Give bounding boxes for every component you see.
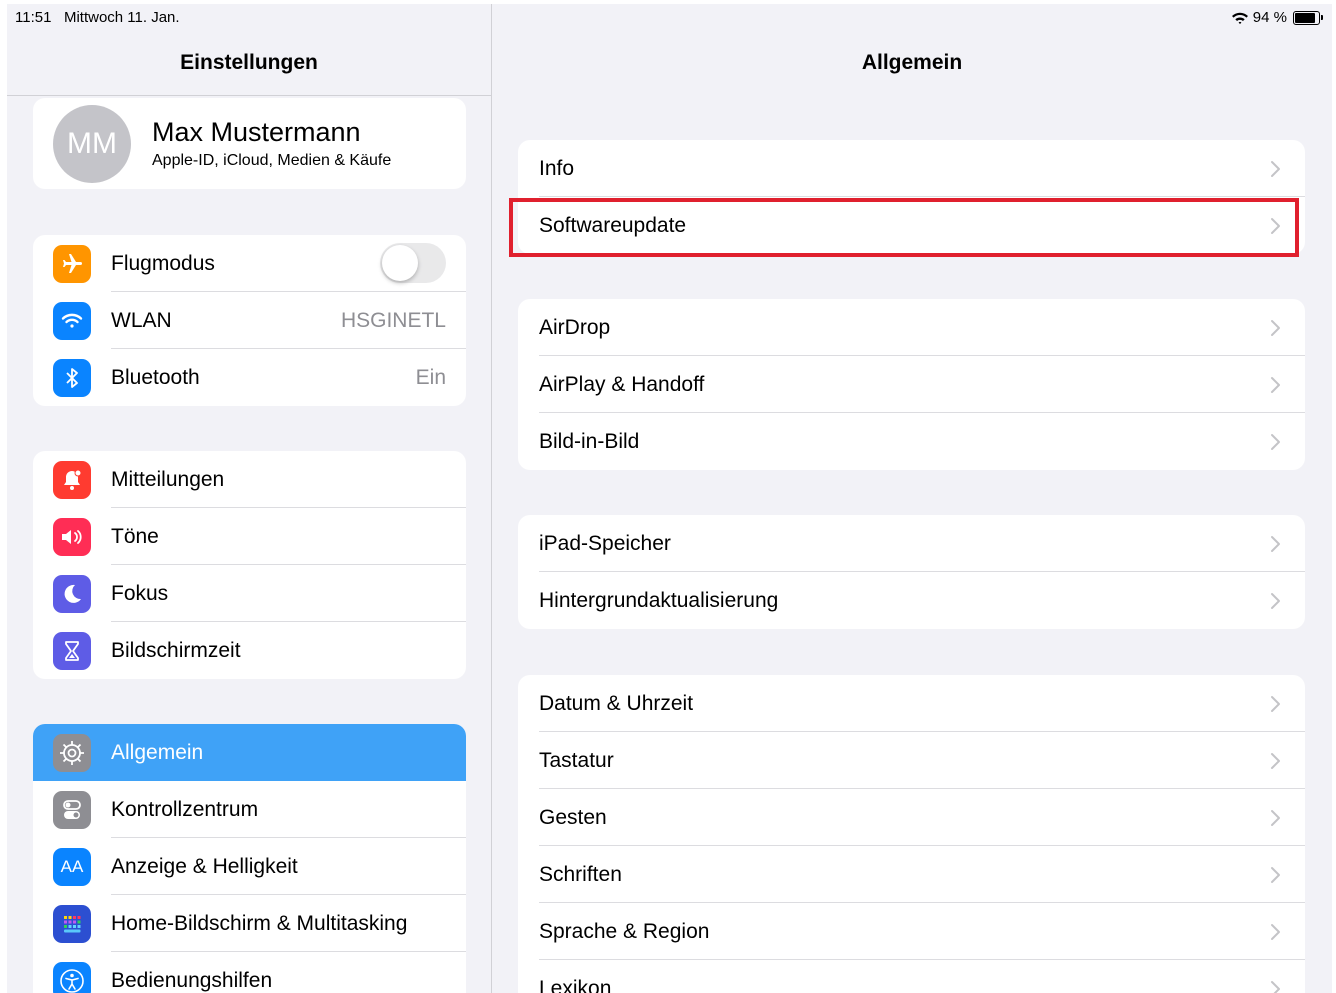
sidebar-item-label: Anzeige & Helligkeit: [111, 854, 298, 878]
gear-icon: [53, 733, 91, 772]
sidebar-group-notifications: Mitteilungen Töne Fokus Bildschirmzeit: [33, 451, 466, 679]
sidebar-item-mitteilungen[interactable]: Mitteilungen: [33, 451, 466, 508]
home-grid-icon: [53, 904, 91, 943]
detail-item-label: Gesten: [539, 805, 607, 829]
detail-pane: 94 % Allgemein Info Softwareupdate AirDr…: [492, 4, 1332, 993]
status-bar-right: 94 %: [1231, 9, 1323, 26]
airplane-icon: [53, 244, 91, 283]
detail-item-info[interactable]: Info: [518, 140, 1305, 197]
switches-icon: [53, 790, 91, 829]
sidebar-item-bedienungshilfen[interactable]: Bedienungshilfen: [33, 952, 466, 993]
chevron-right-icon: [1271, 536, 1280, 552]
sidebar-item-label: Fokus: [111, 581, 169, 605]
sidebar-item-label: Allgemein: [111, 740, 204, 764]
status-bar-left: 11:51 Mittwoch 11. Jan.: [15, 9, 180, 26]
sidebar-item-label: Bluetooth: [111, 365, 200, 389]
sidebar-group-general: Allgemein Kontrollzentrum AA Anzeige & H…: [33, 724, 466, 993]
accessibility-icon: [53, 961, 91, 993]
detail-item-label: Schriften: [539, 862, 622, 886]
detail-item-label: iPad-Speicher: [539, 531, 671, 555]
detail-item-label: AirPlay & Handoff: [539, 372, 705, 396]
detail-item-datum-uhrzeit[interactable]: Datum & Uhrzeit: [518, 675, 1305, 732]
detail-item-label: Datum & Uhrzeit: [539, 691, 694, 715]
detail-item-label: AirDrop: [539, 315, 611, 339]
profile-subtitle: Apple-ID, iCloud, Medien & Käufe: [152, 152, 392, 169]
chevron-right-icon: [1271, 377, 1280, 393]
profile-card[interactable]: MM Max Mustermann Apple-ID, iCloud, Medi…: [33, 98, 466, 189]
sound-icon: [53, 517, 91, 556]
wifi-icon: [53, 301, 91, 340]
text-size-icon: AA: [53, 847, 91, 886]
chevron-right-icon: [1271, 924, 1280, 940]
bluetooth-icon: [53, 358, 91, 397]
sidebar-item-toene[interactable]: Töne: [33, 508, 466, 565]
sidebar-item-label: Flugmodus: [111, 251, 215, 275]
sidebar-item-home-bildschirm[interactable]: Home-Bildschirm & Multitasking: [33, 895, 466, 952]
status-time: 11:51: [15, 9, 52, 26]
sidebar-item-fokus[interactable]: Fokus: [33, 565, 466, 622]
chevron-right-icon: [1271, 161, 1280, 177]
chevron-right-icon: [1271, 696, 1280, 712]
ipad-screen: 11:51 Mittwoch 11. Jan. Einstellungen MM…: [7, 4, 1332, 993]
avatar: MM: [53, 104, 131, 183]
detail-group-3: iPad-Speicher Hintergrundaktualisierung: [518, 515, 1305, 629]
sidebar-group-connectivity: Flugmodus WLAN HSGINETL Bluetooth Ein: [33, 235, 466, 406]
detail-item-label: Tastatur: [539, 748, 614, 772]
sidebar-item-bildschirmzeit[interactable]: Bildschirmzeit: [33, 622, 466, 679]
detail-item-schriften[interactable]: Schriften: [518, 846, 1305, 903]
detail-item-hintergrundaktualisierung[interactable]: Hintergrundaktualisierung: [518, 572, 1305, 629]
battery-percentage: 94 %: [1252, 9, 1287, 26]
sidebar-item-label: WLAN: [111, 308, 172, 332]
softwareupdate-highlight-box: [509, 198, 1299, 257]
detail-item-gesten[interactable]: Gesten: [518, 789, 1305, 846]
sidebar-item-bluetooth[interactable]: Bluetooth Ein: [33, 349, 466, 406]
detail-title: Allgemein: [861, 51, 963, 74]
notifications-icon: [53, 460, 91, 499]
hourglass-icon: [53, 631, 91, 670]
chevron-right-icon: [1271, 981, 1280, 993]
moon-icon: [53, 574, 91, 613]
detail-item-airplay-handoff[interactable]: AirPlay & Handoff: [518, 356, 1305, 413]
chevron-right-icon: [1271, 867, 1280, 883]
status-date: Mittwoch 11. Jan.: [63, 9, 180, 26]
sidebar-title: Einstellungen: [180, 51, 318, 74]
detail-item-lexikon[interactable]: Lexikon: [518, 960, 1305, 993]
bluetooth-status-value: Ein: [415, 365, 446, 389]
detail-item-tastatur[interactable]: Tastatur: [518, 732, 1305, 789]
airplane-mode-toggle[interactable]: [380, 243, 446, 283]
chevron-right-icon: [1271, 320, 1280, 336]
detail-item-label: Hintergrundaktualisierung: [539, 588, 779, 612]
detail-group-4: Datum & Uhrzeit Tastatur Gesten Schrifte…: [518, 675, 1305, 993]
sidebar-item-anzeige-helligkeit[interactable]: AA Anzeige & Helligkeit: [33, 838, 466, 895]
detail-item-label: Lexikon: [539, 976, 612, 993]
sidebar-item-label: Mitteilungen: [111, 467, 225, 491]
sidebar-header: 11:51 Mittwoch 11. Jan. Einstellungen: [7, 4, 491, 96]
chevron-right-icon: [1271, 810, 1280, 826]
detail-item-label: Sprache & Region: [539, 919, 710, 943]
detail-item-ipad-speicher[interactable]: iPad-Speicher: [518, 515, 1305, 572]
sidebar-item-flugmodus[interactable]: Flugmodus: [33, 235, 466, 292]
sidebar-item-label: Töne: [111, 524, 159, 548]
sidebar-item-label: Bedienungshilfen: [111, 968, 273, 992]
detail-item-airdrop[interactable]: AirDrop: [518, 299, 1305, 356]
detail-group-2: AirDrop AirPlay & Handoff Bild-in-Bild: [518, 299, 1305, 470]
sidebar-item-wlan[interactable]: WLAN HSGINETL: [33, 292, 466, 349]
sidebar-item-label: Kontrollzentrum: [111, 797, 259, 821]
chevron-right-icon: [1271, 593, 1280, 609]
detail-item-sprache-region[interactable]: Sprache & Region: [518, 903, 1305, 960]
sidebar-item-label: Home-Bildschirm & Multitasking: [111, 911, 408, 935]
detail-item-bild-in-bild[interactable]: Bild-in-Bild: [518, 413, 1305, 470]
chevron-right-icon: [1271, 434, 1280, 450]
sidebar-item-kontrollzentrum[interactable]: Kontrollzentrum: [33, 781, 466, 838]
wifi-status-icon: [1231, 12, 1248, 24]
chevron-right-icon: [1271, 753, 1280, 769]
detail-item-label: Bild-in-Bild: [539, 429, 640, 453]
settings-sidebar: 11:51 Mittwoch 11. Jan. Einstellungen MM…: [7, 4, 492, 993]
wlan-network-value: HSGINETL: [340, 308, 446, 332]
profile-name: Max Mustermann: [152, 117, 361, 147]
sidebar-item-allgemein[interactable]: Allgemein: [33, 724, 466, 781]
detail-item-label: Info: [539, 156, 575, 180]
sidebar-item-label: Bildschirmzeit: [111, 638, 241, 662]
battery-icon: [1293, 10, 1323, 25]
